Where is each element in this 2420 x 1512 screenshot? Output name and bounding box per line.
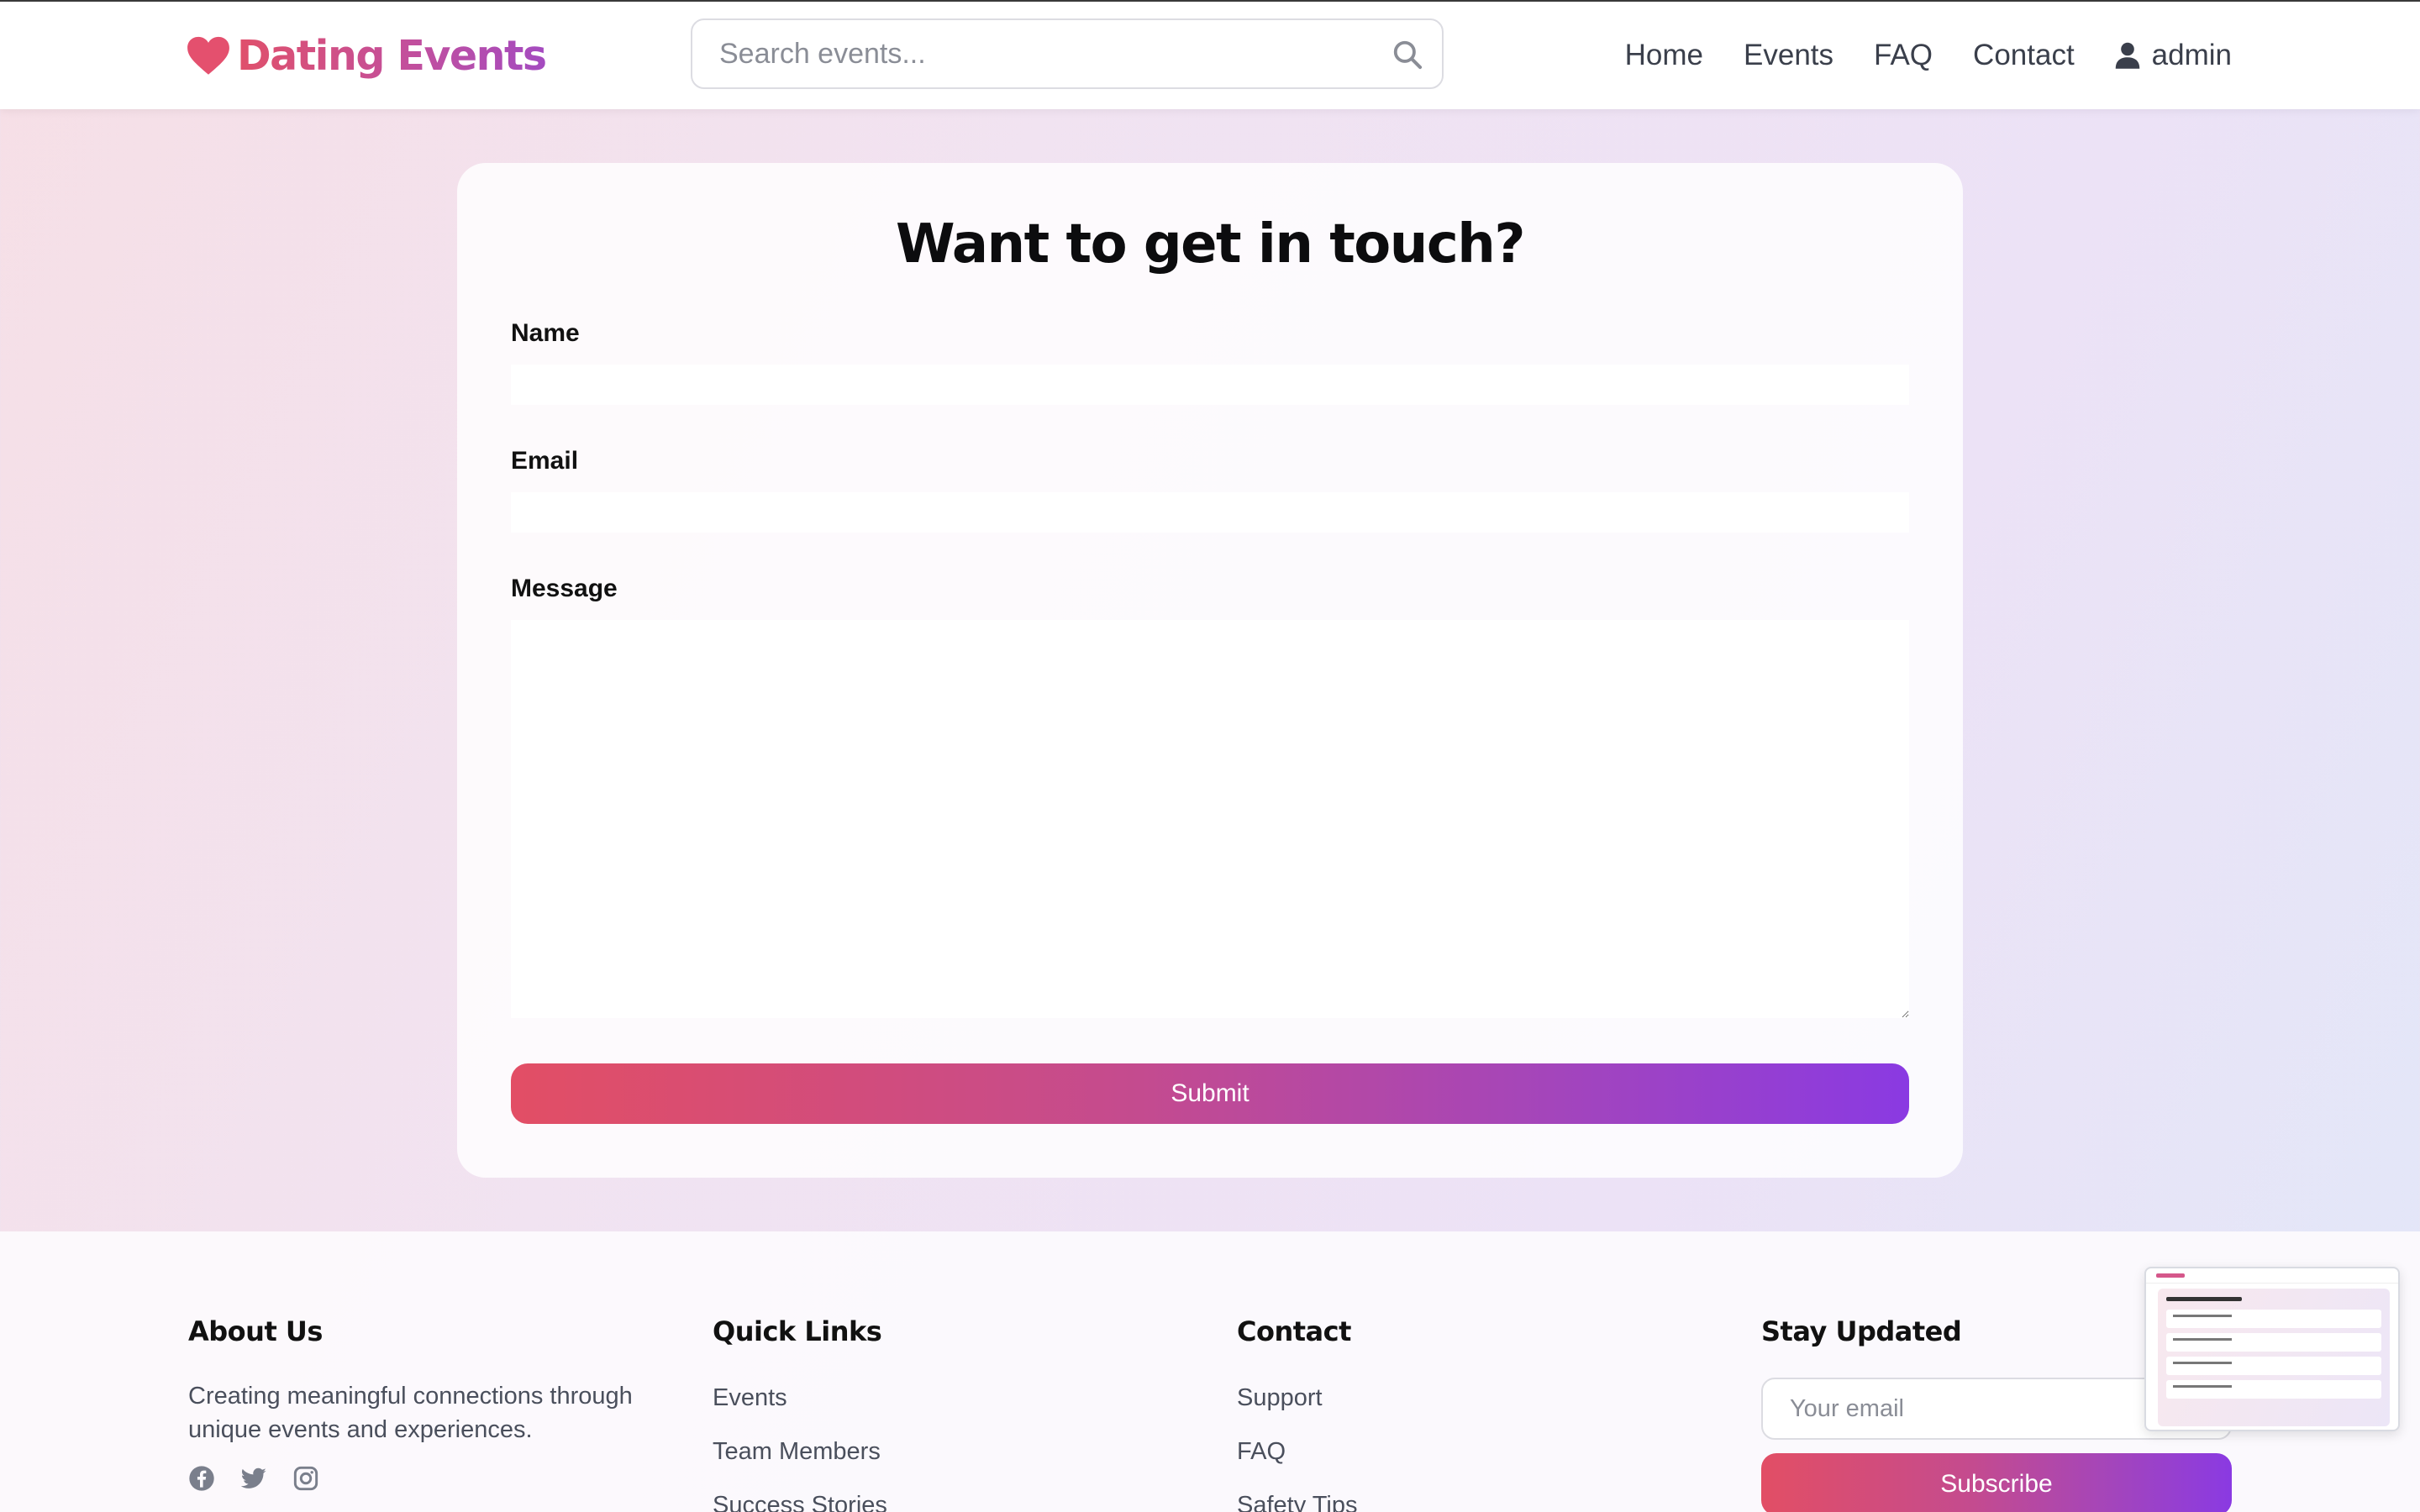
footer-link-faq[interactable]: FAQ — [1237, 1438, 1357, 1492]
message-label: Message — [511, 575, 618, 602]
thumbnail-row — [2166, 1310, 2381, 1328]
nav-contact[interactable]: Contact — [1973, 39, 2075, 72]
quick-links-heading: Quick Links — [713, 1315, 882, 1347]
twitter-icon[interactable] — [240, 1465, 267, 1492]
email-label: Email — [511, 447, 579, 475]
submit-button[interactable]: Submit — [511, 1063, 1909, 1124]
contact-card: Want to get in touch? Name Email Message… — [457, 163, 1963, 1178]
page-title: Want to get in touch? — [896, 213, 1525, 276]
heart-icon — [187, 36, 229, 75]
thumbnail-row — [2166, 1380, 2381, 1399]
thumbnail-row — [2166, 1333, 2381, 1352]
instagram-icon[interactable] — [292, 1465, 319, 1492]
footer-link-success-stories[interactable]: Success Stories — [713, 1492, 887, 1512]
message-field[interactable] — [511, 620, 1909, 1018]
about-text: Creating meaningful connections through … — [188, 1383, 633, 1443]
footer-about: About Us Creating meaningful connections… — [188, 1315, 676, 1492]
thumbnail-header — [2146, 1268, 2398, 1284]
contact-heading: Contact — [1237, 1315, 1351, 1347]
footer-link-events[interactable]: Events — [713, 1384, 887, 1438]
brand-logo[interactable]: Dating Events — [187, 30, 547, 81]
nav-home[interactable]: Home — [1625, 39, 1703, 72]
nav-faq[interactable]: FAQ — [1874, 39, 1933, 72]
footer-quick-links: Quick Links Events Team Members Success … — [713, 1315, 887, 1512]
subscribe-button[interactable]: Subscribe — [1761, 1453, 2232, 1512]
about-heading: About Us — [188, 1315, 323, 1347]
email-field[interactable] — [511, 492, 1909, 533]
site-header: Dating Events Home Events FAQ Contact ad… — [0, 2, 2420, 109]
thumbnail-logo — [2156, 1273, 2185, 1278]
name-label: Name — [511, 319, 580, 347]
nav-events[interactable]: Events — [1744, 39, 1833, 72]
search-bar — [691, 18, 1444, 89]
user-menu[interactable]: admin — [2115, 39, 2232, 72]
facebook-icon[interactable] — [188, 1465, 215, 1492]
main-nav: Home Events FAQ Contact admin — [1625, 30, 2232, 81]
footer-contact: Contact Support FAQ Safety Tips — [1237, 1315, 1357, 1512]
site-footer: About Us Creating meaningful connections… — [0, 1231, 2420, 1512]
user-icon — [2115, 42, 2139, 69]
footer-link-safety-tips[interactable]: Safety Tips — [1237, 1492, 1357, 1512]
user-name: admin — [2151, 39, 2232, 71]
search-input[interactable] — [692, 20, 1365, 87]
brand-name: Dating Events — [237, 31, 547, 80]
thumbnail-row — [2166, 1357, 2381, 1375]
screenshot-thumbnail[interactable] — [2144, 1267, 2400, 1431]
quick-links-list: Events Team Members Success Stories — [713, 1384, 887, 1512]
thumbnail-content — [2158, 1289, 2390, 1426]
social-links — [188, 1465, 676, 1492]
name-field[interactable] — [511, 365, 1909, 405]
footer-link-team-members[interactable]: Team Members — [713, 1438, 887, 1492]
footer-link-support[interactable]: Support — [1237, 1384, 1357, 1438]
contact-links-list: Support FAQ Safety Tips — [1237, 1384, 1357, 1512]
thumbnail-title — [2166, 1297, 2242, 1301]
search-icon[interactable] — [1392, 39, 1423, 71]
